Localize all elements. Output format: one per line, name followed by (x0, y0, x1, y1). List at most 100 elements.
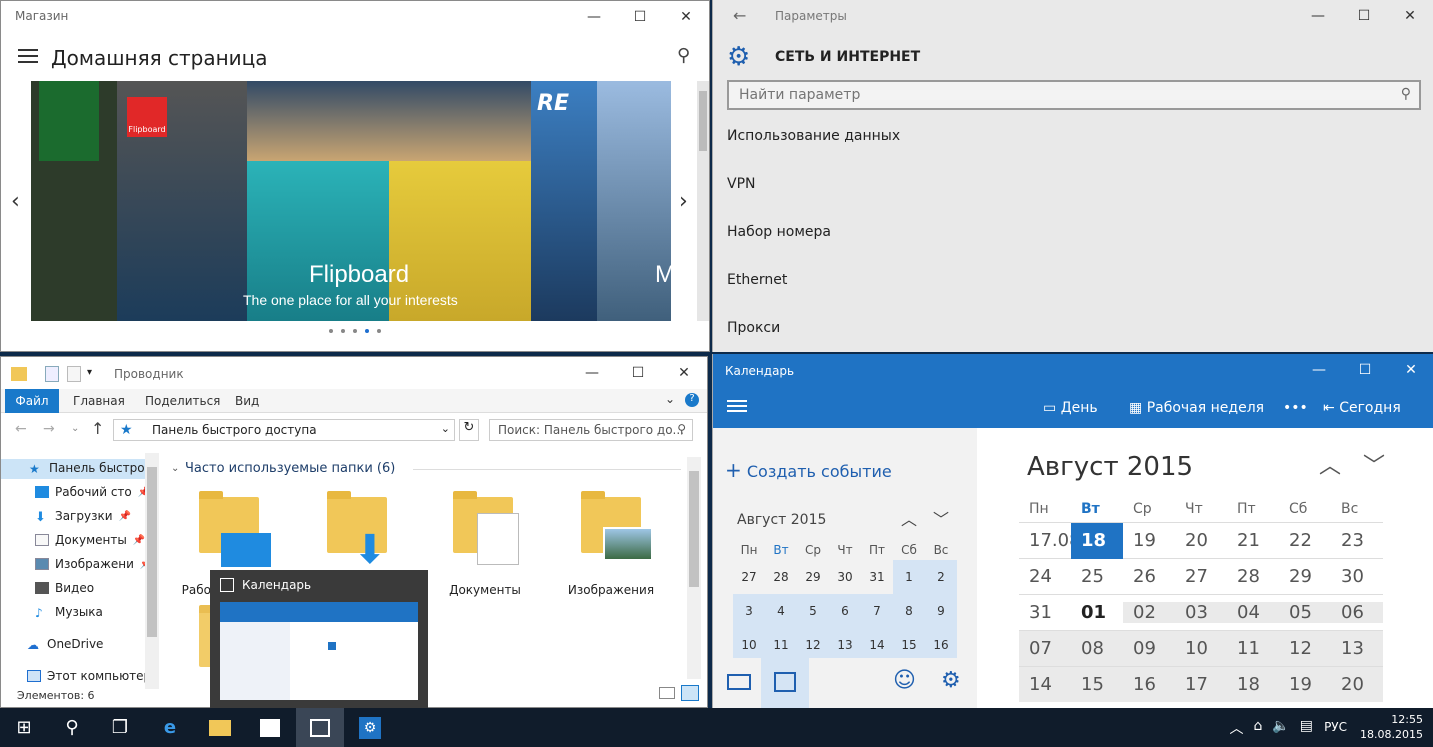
search-icon[interactable]: ⚲ (48, 708, 96, 747)
mini-day[interactable]: 15 (893, 638, 925, 652)
mini-day[interactable]: 28 (765, 570, 797, 584)
taskbar-thumbnail[interactable]: Календарь (210, 570, 428, 708)
back-arrow-icon[interactable]: ← (15, 421, 27, 437)
day-cell[interactable]: 11 (1227, 638, 1279, 659)
back-arrow-icon[interactable]: ← (733, 6, 746, 25)
nav-item-pictures[interactable]: Изображени📌 (35, 557, 152, 571)
folder-downloads[interactable]: ⬇ (327, 491, 387, 573)
chevron-down-icon[interactable]: ﹀ (933, 506, 949, 530)
carousel-dot[interactable] (353, 329, 357, 333)
folder-pictures[interactable] (581, 491, 653, 561)
nav-item-music[interactable]: ♪ Музыка (35, 605, 103, 620)
chevron-left-icon[interactable]: ‹ (11, 189, 20, 214)
calendar-taskbar-button[interactable] (296, 708, 344, 747)
notification-icon[interactable]: ▤ (1300, 718, 1313, 738)
day-cell[interactable]: 20 (1175, 530, 1227, 551)
close-icon[interactable]: ✕ (663, 1, 709, 33)
close-icon[interactable]: ✕ (1388, 354, 1433, 386)
chevron-down-icon[interactable]: ⌄ (665, 392, 675, 406)
today-button[interactable]: ⇤ Сегодня (1323, 400, 1401, 416)
address-bar[interactable]: ★ Панель быстрого доступа ⌄ (113, 419, 455, 441)
large-icons-view-icon[interactable] (681, 685, 699, 701)
mini-day[interactable]: 1 (893, 560, 925, 594)
tab-home[interactable]: Главная (73, 394, 125, 408)
chevron-up-icon[interactable]: ︿ (901, 506, 917, 530)
setting-item-proxy[interactable]: Прокси (727, 320, 780, 336)
day-cell[interactable]: 22 (1279, 530, 1331, 551)
day-cell[interactable]: 30 (1331, 566, 1383, 587)
day-cell[interactable]: 02 (1123, 602, 1175, 623)
chevron-down-icon[interactable]: ﹀ (1363, 448, 1385, 480)
mini-day[interactable]: 12 (797, 638, 829, 652)
forward-arrow-icon[interactable]: → (43, 421, 55, 437)
language-indicator[interactable]: РУС (1324, 720, 1347, 734)
nav-item-this-pc[interactable]: Этот компьютер (27, 669, 151, 683)
task-view-icon[interactable]: ❐ (96, 708, 144, 747)
day-cell[interactable]: 09 (1123, 638, 1175, 659)
day-cell[interactable]: 31 (1019, 602, 1071, 623)
help-icon[interactable]: ? (685, 393, 699, 407)
day-cell[interactable]: 25 (1071, 566, 1123, 587)
chevron-down-icon[interactable]: ⌄ (171, 463, 179, 474)
maximize-icon[interactable]: ☐ (615, 357, 661, 389)
search-input[interactable] (729, 82, 1379, 108)
day-cell-today[interactable]: 18 (1071, 522, 1123, 559)
network-icon[interactable]: ⌂ (1253, 718, 1262, 738)
day-cell[interactable]: 16 (1123, 674, 1175, 695)
carousel-dot[interactable] (341, 329, 345, 333)
mini-day[interactable]: 29 (797, 570, 829, 584)
file-explorer-taskbar-button[interactable] (196, 708, 244, 747)
setting-item-ethernet[interactable]: Ethernet (727, 272, 787, 288)
day-cell[interactable]: 04 (1227, 602, 1279, 623)
setting-item-vpn[interactable]: VPN (727, 176, 756, 192)
mini-day[interactable]: 10 (733, 638, 765, 652)
day-cell[interactable]: 01 (1071, 602, 1123, 623)
nav-item-videos[interactable]: Видео (35, 581, 94, 595)
day-cell[interactable]: 26 (1123, 566, 1175, 587)
day-cell[interactable]: 13 (1331, 638, 1383, 659)
smiley-icon[interactable]: ☺ (893, 668, 916, 693)
gear-icon[interactable]: ⚙ (941, 668, 961, 693)
minimize-icon[interactable]: — (1295, 0, 1341, 32)
new-folder-icon[interactable] (67, 366, 81, 382)
thumbnail-preview[interactable] (220, 602, 418, 700)
edge-icon[interactable]: e (146, 708, 194, 747)
maximize-icon[interactable]: ☐ (617, 1, 663, 33)
carousel-dot[interactable] (377, 329, 381, 333)
day-view-button[interactable]: ▭ День (1043, 400, 1098, 416)
chevron-right-icon[interactable]: › (679, 189, 688, 214)
mail-icon[interactable] (727, 674, 751, 690)
more-button[interactable]: ••• (1283, 400, 1308, 416)
mini-day[interactable]: 4 (765, 604, 797, 618)
folder-documents[interactable] (453, 491, 519, 565)
search-icon[interactable]: ⚲ (677, 422, 686, 436)
recent-locations-icon[interactable]: ⌄ (71, 423, 79, 434)
day-cell[interactable]: 17 (1175, 674, 1227, 695)
nav-item-desktop[interactable]: Рабочий сто 📌 (35, 485, 150, 499)
mini-day[interactable]: 6 (829, 604, 861, 618)
nav-item-downloads[interactable]: ⬇ Загрузки 📌 (35, 509, 131, 525)
settings-search[interactable]: ⚲ (727, 80, 1421, 110)
settings-taskbar-button[interactable]: ⚙ (346, 708, 394, 747)
mini-day[interactable]: 8 (893, 604, 925, 618)
tab-file[interactable]: Файл (5, 389, 59, 413)
minimize-icon[interactable]: — (569, 357, 615, 389)
day-cell[interactable]: 19 (1279, 674, 1331, 695)
scroll-thumb[interactable] (699, 91, 707, 151)
maximize-icon[interactable]: ☐ (1341, 0, 1387, 32)
chevron-up-icon[interactable]: ︿ (1319, 448, 1341, 480)
day-cell[interactable]: 29 (1279, 566, 1331, 587)
mini-day[interactable]: 27 (733, 570, 765, 584)
refresh-icon[interactable]: ↻ (459, 419, 479, 441)
nav-item-documents[interactable]: Документы 📌 (35, 533, 145, 547)
mini-day[interactable]: 30 (829, 570, 861, 584)
mini-day[interactable]: 16 (925, 638, 957, 652)
mini-day[interactable]: 9 (925, 604, 957, 618)
tab-share[interactable]: Поделиться (145, 394, 220, 408)
customize-toolbar-icon[interactable]: ▾ (87, 367, 92, 378)
volume-icon[interactable]: 🔈 (1272, 718, 1289, 738)
scroll-thumb[interactable] (147, 467, 157, 637)
day-cell[interactable]: 03 (1175, 602, 1227, 623)
day-cell[interactable]: 24 (1019, 566, 1071, 587)
setting-item-data-usage[interactable]: Использование данных (727, 128, 900, 144)
